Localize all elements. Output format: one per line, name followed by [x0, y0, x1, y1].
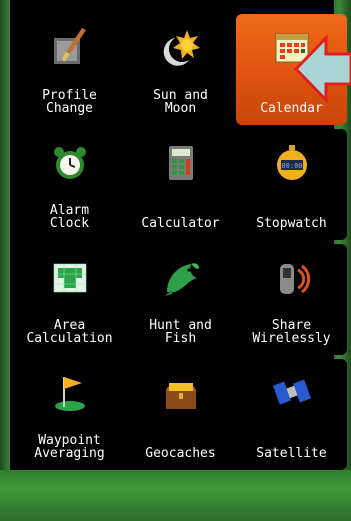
tile-share-wirelessly[interactable]: Share Wirelessly — [236, 244, 347, 355]
treasure-chest-icon — [165, 383, 196, 409]
tile-sun-and-moon[interactable]: Sun and Moon — [125, 14, 236, 125]
tile-label: Geocaches — [145, 446, 216, 461]
fish-icon — [164, 263, 199, 296]
stopwatch-icon: 00:00 — [276, 145, 307, 180]
tile-label: Area Calculation — [26, 318, 113, 346]
tile-label: Stopwatch — [256, 216, 327, 231]
wireless-share-icon — [279, 264, 310, 294]
partial-tile — [14, 0, 120, 14]
tile-satellite[interactable]: Satellite — [236, 359, 347, 470]
green-device-frame — [0, 470, 351, 521]
tile-calculator[interactable]: Calculator — [125, 129, 236, 240]
tools-menu-grid: Profile Change Sun and Moon Calendar Ala… — [10, 0, 347, 470]
tile-label: Waypoint Averaging — [34, 433, 105, 461]
area-calculation-icon — [53, 263, 86, 293]
tile-profile-change[interactable]: Profile Change — [14, 14, 125, 125]
waypoint-flag-icon — [54, 377, 85, 411]
tile-stopwatch[interactable]: 00:00 Stopwatch — [236, 129, 347, 240]
tile-label: Sun and Moon — [153, 88, 208, 116]
tile-label: Satellite — [256, 446, 327, 461]
tile-label: Alarm Clock — [49, 203, 90, 231]
tile-area-calculation[interactable]: Area Calculation — [14, 244, 125, 355]
tile-label: Share Wirelessly — [252, 318, 331, 346]
tile-label: Calculator — [141, 216, 220, 231]
alarm-clock-icon — [53, 147, 86, 179]
tile-alarm-clock[interactable]: Alarm Clock — [14, 129, 125, 240]
pointer-arrow-icon — [293, 34, 351, 104]
svg-text:00:00: 00:00 — [281, 162, 302, 170]
tile-label: Hunt and Fish — [149, 318, 212, 346]
profile-brush-icon — [53, 28, 86, 64]
satellite-icon — [272, 379, 311, 405]
tile-hunt-and-fish[interactable]: Hunt and Fish — [125, 244, 236, 355]
tile-waypoint-averaging[interactable]: Waypoint Averaging — [14, 359, 125, 470]
sun-moon-icon — [163, 30, 200, 66]
calculator-icon — [168, 146, 193, 180]
tile-label: Profile Change — [42, 88, 97, 116]
tile-geocaches[interactable]: Geocaches — [125, 359, 236, 470]
